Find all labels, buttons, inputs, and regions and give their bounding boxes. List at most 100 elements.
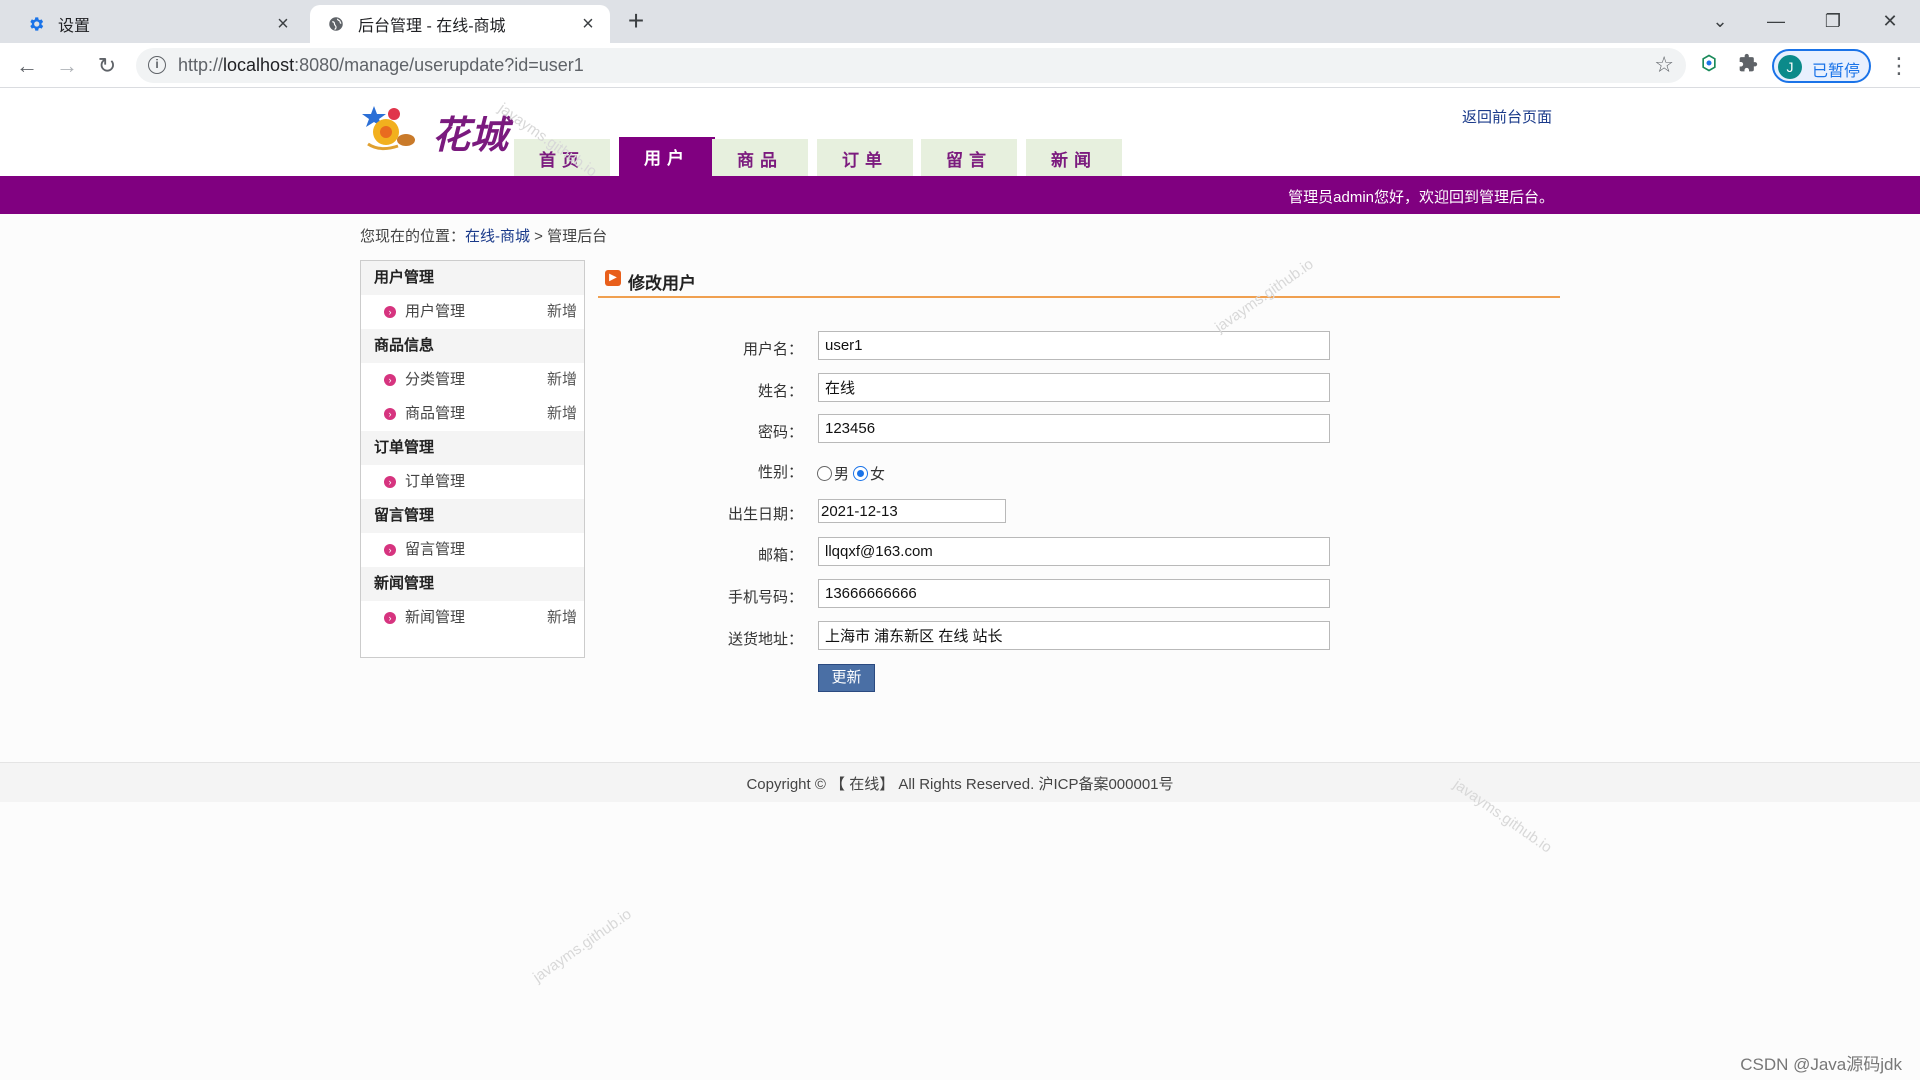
sidebar-item-order-manage: › 订单管理	[361, 465, 584, 499]
globe-icon	[326, 14, 346, 34]
close-window-button[interactable]: ✕	[1870, 6, 1910, 36]
close-tab-icon[interactable]: ×	[578, 14, 598, 34]
sidebar-group-products: 商品信息	[361, 329, 584, 363]
nav-news[interactable]: 新闻	[1026, 139, 1122, 176]
minimize-button[interactable]: —	[1756, 6, 1796, 36]
sidebar-add-link[interactable]: 新增	[547, 363, 577, 397]
gender-male-label: 男	[834, 466, 850, 483]
content-header: ▶ 修改用户	[598, 266, 1560, 298]
url-input[interactable]: i http://localhost:8080/manage/userupdat…	[136, 48, 1686, 83]
sidebar-item-user-manage: › 用户管理 新增	[361, 295, 584, 329]
tab-search-icon[interactable]: ⌄	[1700, 6, 1740, 36]
site-footer: Copyright © 【 在线】 All Rights Reserved. 沪…	[0, 762, 1920, 802]
address-field[interactable]	[818, 621, 1330, 650]
sidebar-item-label[interactable]: 订单管理	[405, 465, 465, 499]
sidebar-item-label[interactable]: 商品管理	[405, 397, 465, 431]
form-row-phone: 手机号码：	[700, 579, 1700, 609]
sidebar-add-link[interactable]: 新增	[547, 397, 577, 431]
radio-circle[interactable]	[817, 466, 832, 481]
name-field[interactable]	[818, 373, 1330, 402]
sidebar-group-messages: 留言管理	[361, 499, 584, 533]
gender-female-label: 女	[870, 466, 886, 483]
url-text: http://localhost:8080/manage/userupdate?…	[178, 55, 584, 75]
page-title: 修改用户	[628, 274, 696, 293]
address-label: 送货地址：	[727, 631, 803, 648]
sidebar-item-label[interactable]: 分类管理	[405, 363, 465, 397]
form-row-username: 用户名：	[700, 331, 1700, 361]
new-tab-button[interactable]: +	[622, 7, 650, 36]
breadcrumb: 您现在的位置：在线-商城 > 管理后台	[360, 225, 607, 246]
tab-title: 后台管理 - 在线-商城	[358, 18, 506, 35]
copyright-text: Copyright © 【 在线】 All Rights Reserved. 沪…	[746, 776, 1174, 793]
sidebar-item-label[interactable]: 留言管理	[405, 533, 465, 567]
sidebar-add-link[interactable]: 新增	[547, 295, 577, 329]
email-field[interactable]	[818, 537, 1330, 566]
sidebar-item-message-manage: › 留言管理	[361, 533, 584, 567]
sidebar-group-users: 用户管理	[361, 261, 584, 295]
bullet-arrow-icon: ›	[384, 306, 396, 318]
nav-users[interactable]: 用户	[619, 137, 715, 176]
update-button[interactable]: 更新	[818, 664, 875, 692]
phone-label: 手机号码：	[727, 589, 803, 606]
site-info-icon[interactable]: i	[148, 56, 166, 74]
back-to-frontend-link[interactable]: 返回前台页面	[1462, 106, 1552, 127]
restore-button[interactable]: ❐	[1813, 6, 1853, 36]
bullet-arrow-icon: ›	[384, 374, 396, 386]
breadcrumb-current: 管理后台	[547, 228, 608, 245]
form-row-address: 送货地址：	[700, 621, 1700, 651]
watermark: javayms.github.io	[530, 905, 635, 986]
bookmark-star-icon[interactable]: ☆	[1654, 52, 1674, 78]
bullet-arrow-icon: ›	[384, 476, 396, 488]
breadcrumb-separator: >	[530, 228, 548, 245]
password-field[interactable]	[818, 414, 1330, 443]
reload-icon[interactable]: ↻	[92, 51, 122, 81]
breadcrumb-home-link[interactable]: 在线-商城	[465, 228, 530, 245]
nav-messages[interactable]: 留言	[921, 139, 1017, 176]
bullet-arrow-icon: ›	[384, 544, 396, 556]
radio-circle-checked[interactable]	[853, 466, 868, 481]
profile-button[interactable]: J 已暂停	[1772, 49, 1871, 83]
form-row-name: 姓名：	[700, 373, 1700, 403]
bullet-arrow-icon: ›	[384, 408, 396, 420]
arrow-right-icon: ▶	[605, 270, 621, 286]
sidebar-item-label[interactable]: 新闻管理	[405, 601, 465, 635]
sidebar-item-product-manage: › 商品管理 新增	[361, 397, 584, 431]
avatar: J	[1778, 55, 1802, 79]
sidebar-item-news-manage: › 新闻管理 新增	[361, 601, 584, 635]
email-label: 邮箱：	[757, 547, 803, 564]
puzzle-extensions-icon[interactable]	[1735, 53, 1761, 79]
nav-orders[interactable]: 订单	[817, 139, 913, 176]
gender-male-radio[interactable]: 男	[817, 463, 849, 484]
address-bar-row: ← → ↻ i http://localhost:8080/manage/use…	[0, 43, 1920, 88]
tab-title: 设置	[58, 18, 91, 35]
phone-field[interactable]	[818, 579, 1330, 608]
gender-female-radio[interactable]: 女	[853, 463, 885, 484]
forward-arrow-icon[interactable]: →	[52, 51, 82, 81]
name-label: 姓名：	[757, 383, 803, 400]
csdn-watermark: CSDN @Java源码jdk	[1740, 1055, 1902, 1074]
gender-label: 性别：	[757, 464, 803, 481]
sidebar-item-category-manage: › 分类管理 新增	[361, 363, 584, 397]
username-field[interactable]	[818, 331, 1330, 360]
extension-icon[interactable]	[1696, 53, 1722, 79]
tab-admin[interactable]: 后台管理 - 在线-商城 ×	[310, 5, 610, 43]
nav-products[interactable]: 商品	[712, 139, 808, 176]
sidebar-item-label[interactable]: 用户管理	[405, 295, 465, 329]
sidebar-group-news: 新闻管理	[361, 567, 584, 601]
breadcrumb-prefix: 您现在的位置：	[360, 228, 466, 245]
tab-settings[interactable]: 设置 ×	[10, 5, 305, 43]
bullet-arrow-icon: ›	[384, 612, 396, 624]
birthday-field[interactable]	[818, 499, 1006, 523]
more-menu-icon[interactable]: ⋮	[1888, 53, 1910, 79]
close-tab-icon[interactable]: ×	[273, 14, 293, 34]
birthday-label: 出生日期：	[727, 506, 803, 523]
password-label: 密码：	[757, 424, 803, 441]
welcome-message: 管理员admin您好，欢迎回到管理后台。	[1288, 189, 1554, 206]
form-row-birthday: 出生日期：	[700, 496, 1700, 526]
purple-band: 管理员admin您好，欢迎回到管理后台。	[0, 176, 1920, 214]
browser-tab-bar: 设置 × 后台管理 - 在线-商城 × + ⌄ — ❐ ✕	[0, 0, 1920, 43]
sidebar-group-orders: 订单管理	[361, 431, 584, 465]
back-arrow-icon[interactable]: ←	[12, 51, 42, 81]
sidebar-add-link[interactable]: 新增	[547, 601, 577, 635]
form-row-password: 密码：	[700, 414, 1700, 444]
